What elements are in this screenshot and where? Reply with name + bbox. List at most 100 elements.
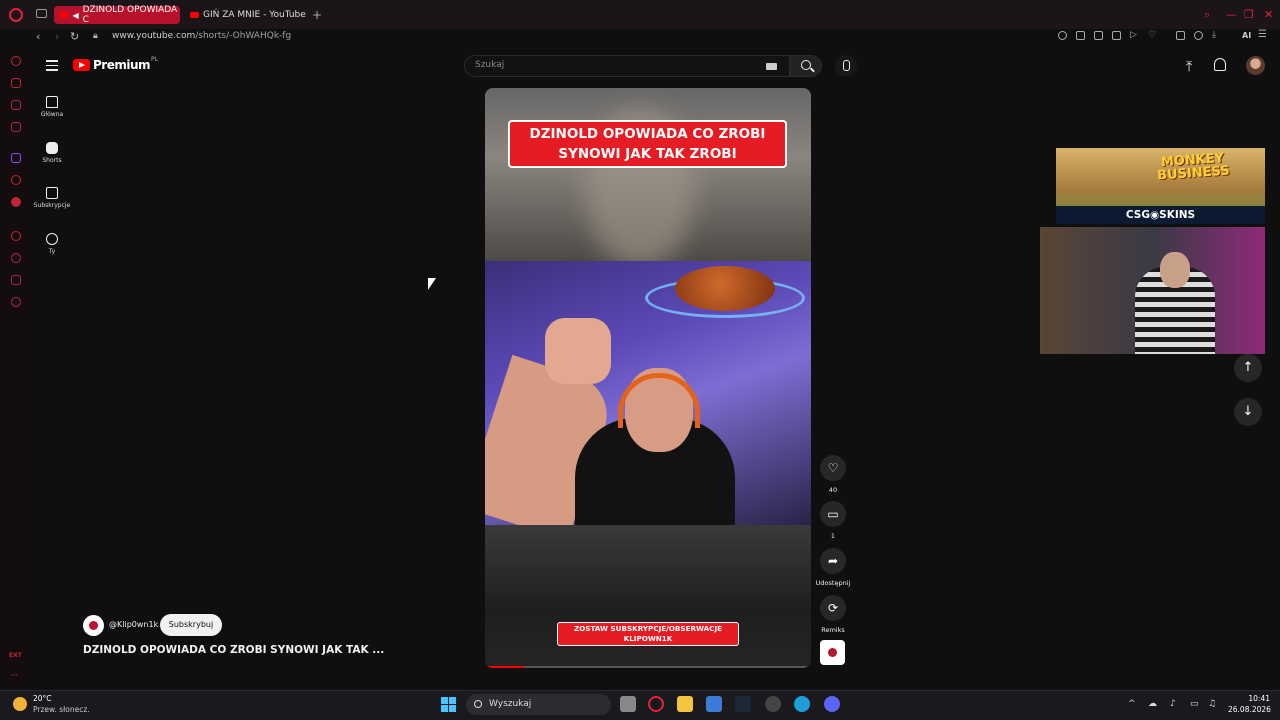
previous-short-button[interactable]: ↑ xyxy=(1234,354,1262,382)
url-field[interactable]: www.youtube.com/shorts/-OhWAHQk-fg xyxy=(112,31,291,41)
opera-sidebar: EXT ··· xyxy=(0,47,31,690)
next-short-button[interactable]: ↓ xyxy=(1234,398,1262,426)
clock[interactable]: 10:41 26.08.2026 xyxy=(1228,693,1271,715)
taskbar-search-placeholder: Wyszukaj xyxy=(489,699,532,709)
video-bottom-blur xyxy=(485,525,811,668)
reload-icon[interactable]: ↻ xyxy=(70,30,79,43)
streamer-head xyxy=(1160,252,1190,288)
tab-menu-icon[interactable] xyxy=(36,9,47,18)
opera-taskbar-icon[interactable] xyxy=(648,696,664,712)
edge-icon[interactable] xyxy=(794,696,810,712)
weather-icon[interactable] xyxy=(13,697,27,711)
account-avatar[interactable] xyxy=(1246,56,1265,75)
back-icon[interactable]: ‹ xyxy=(36,30,40,43)
menu-icon[interactable] xyxy=(46,60,58,74)
start-button[interactable] xyxy=(441,697,456,712)
file-explorer-icon[interactable] xyxy=(677,696,693,712)
search-tabs-icon[interactable]: ⌕ xyxy=(1204,8,1210,22)
heart-icon[interactable]: ♡ xyxy=(1148,30,1157,40)
opera-logo-icon[interactable] xyxy=(9,8,23,22)
nav-shorts[interactable]: Shorts xyxy=(30,142,74,164)
task-view-icon[interactable] xyxy=(620,696,636,712)
player-sidebar-icon[interactable] xyxy=(11,231,21,241)
microphone-icon[interactable]: ♪ xyxy=(1170,699,1176,709)
tab-active[interactable]: ◀ DZINOLD OPOWIADA C xyxy=(54,5,180,25)
extensions-icon[interactable] xyxy=(1176,31,1185,40)
comments-button[interactable]: ▭ 1 xyxy=(820,501,846,540)
close-button[interactable]: ✕ xyxy=(1264,8,1273,21)
taskbar-search-input[interactable]: Wyszukaj xyxy=(466,694,611,715)
nav-home[interactable]: Główna xyxy=(30,96,74,118)
create-icon[interactable]: ⤒ xyxy=(1186,59,1192,75)
youtube-music-icon[interactable] xyxy=(11,197,21,207)
channel-avatar[interactable] xyxy=(83,615,104,636)
weather-condition[interactable]: Przew. słonecz. xyxy=(33,705,90,714)
maximize-button[interactable]: ❐ xyxy=(1244,8,1254,21)
channel-name[interactable]: @Klip0wn1k xyxy=(109,620,158,629)
download-icon[interactable]: ⤓ xyxy=(1212,30,1221,40)
logo-country: PL xyxy=(151,55,158,63)
display-icon[interactable]: ▭ xyxy=(1190,699,1199,709)
adblock-icon[interactable] xyxy=(1112,31,1121,40)
cta-line: KLIPOWN1K xyxy=(623,634,673,643)
aria-icon[interactable] xyxy=(11,56,21,66)
app-icon[interactable] xyxy=(765,696,781,712)
like-button[interactable]: ♡ 40 xyxy=(820,455,846,494)
aria-ai-button[interactable]: AI xyxy=(1242,31,1251,40)
progress-fill xyxy=(485,666,525,668)
messenger-icon[interactable] xyxy=(11,100,21,110)
weather-temp[interactable]: 20°C xyxy=(33,694,52,703)
m-icon[interactable] xyxy=(11,122,21,132)
minimize-button[interactable]: — xyxy=(1226,8,1237,21)
pinboard-icon[interactable] xyxy=(11,275,21,285)
discount-icon[interactable] xyxy=(11,175,21,185)
short-title[interactable]: DZINOLD OPOWIADA CO ZROBI SYNOWI JAK TAK… xyxy=(83,644,384,656)
notifications-icon[interactable] xyxy=(1214,58,1226,71)
share-button[interactable]: ➦ Udostępnij xyxy=(816,548,850,587)
history-icon[interactable] xyxy=(11,253,21,263)
short-video-player[interactable]: DZINOLD OPOWIADA CO ZROBI SYNOWI JAK TAK… xyxy=(485,88,811,668)
youtube-favicon-icon xyxy=(190,12,199,18)
sidebar-ext-label[interactable]: EXT xyxy=(9,652,22,659)
snapshot-icon[interactable] xyxy=(1094,31,1103,40)
tab-inactive[interactable]: GIŃ ZA MNIE - YouTube xyxy=(184,6,310,24)
video-progress-bar[interactable] xyxy=(485,666,811,668)
ad-title: MONKEY BUSINESS xyxy=(1156,150,1231,184)
lock-icon: 🔒︎ xyxy=(93,31,98,41)
search-button[interactable] xyxy=(790,55,822,77)
share-label: Udostępnij xyxy=(815,579,851,587)
workspaces-icon[interactable] xyxy=(11,78,21,88)
tab-label: DZINOLD OPOWIADA C xyxy=(82,5,178,25)
volume-icon[interactable]: ♫ xyxy=(1208,699,1216,709)
remix-label: Remiks xyxy=(821,626,845,634)
home-icon xyxy=(46,96,58,108)
nav-subscriptions[interactable]: Subskrypcje xyxy=(30,187,74,209)
settings-icon[interactable] xyxy=(11,297,21,307)
remix-button[interactable]: ⟳ Remiks xyxy=(820,595,846,634)
youtube-logo[interactable]: Premium PL xyxy=(73,55,158,72)
subscribe-button[interactable]: Subskrybuj xyxy=(160,614,222,636)
player-icon[interactable]: ▷ xyxy=(1130,30,1139,40)
easy-setup-icon[interactable]: ☰ xyxy=(1258,29,1267,40)
discord-icon[interactable] xyxy=(824,696,840,712)
search-input[interactable]: Szukaj xyxy=(464,55,790,77)
speaker-icon[interactable]: ◀ xyxy=(72,11,78,20)
logo-text: Premium xyxy=(93,58,151,72)
nav-label: Ty xyxy=(48,248,56,255)
onedrive-icon[interactable]: ☁ xyxy=(1148,699,1157,709)
shorts-icon xyxy=(46,142,58,154)
tray-overflow-icon[interactable]: ^ xyxy=(1128,699,1136,709)
profile-icon[interactable] xyxy=(1194,31,1203,40)
more-icon[interactable]: ··· xyxy=(11,672,18,679)
steam-icon[interactable] xyxy=(735,696,751,712)
twitch-icon[interactable] xyxy=(11,153,21,163)
keyboard-icon[interactable] xyxy=(766,63,777,70)
store-icon[interactable] xyxy=(706,696,722,712)
voice-search-icon[interactable] xyxy=(835,55,857,77)
zoom-icon[interactable] xyxy=(1058,31,1067,40)
sound-thumbnail[interactable] xyxy=(820,640,845,665)
pin-icon[interactable] xyxy=(1076,31,1085,40)
forward-icon[interactable]: › xyxy=(55,30,59,43)
nav-you[interactable]: Ty xyxy=(30,233,74,255)
new-tab-button[interactable]: + xyxy=(312,8,322,22)
